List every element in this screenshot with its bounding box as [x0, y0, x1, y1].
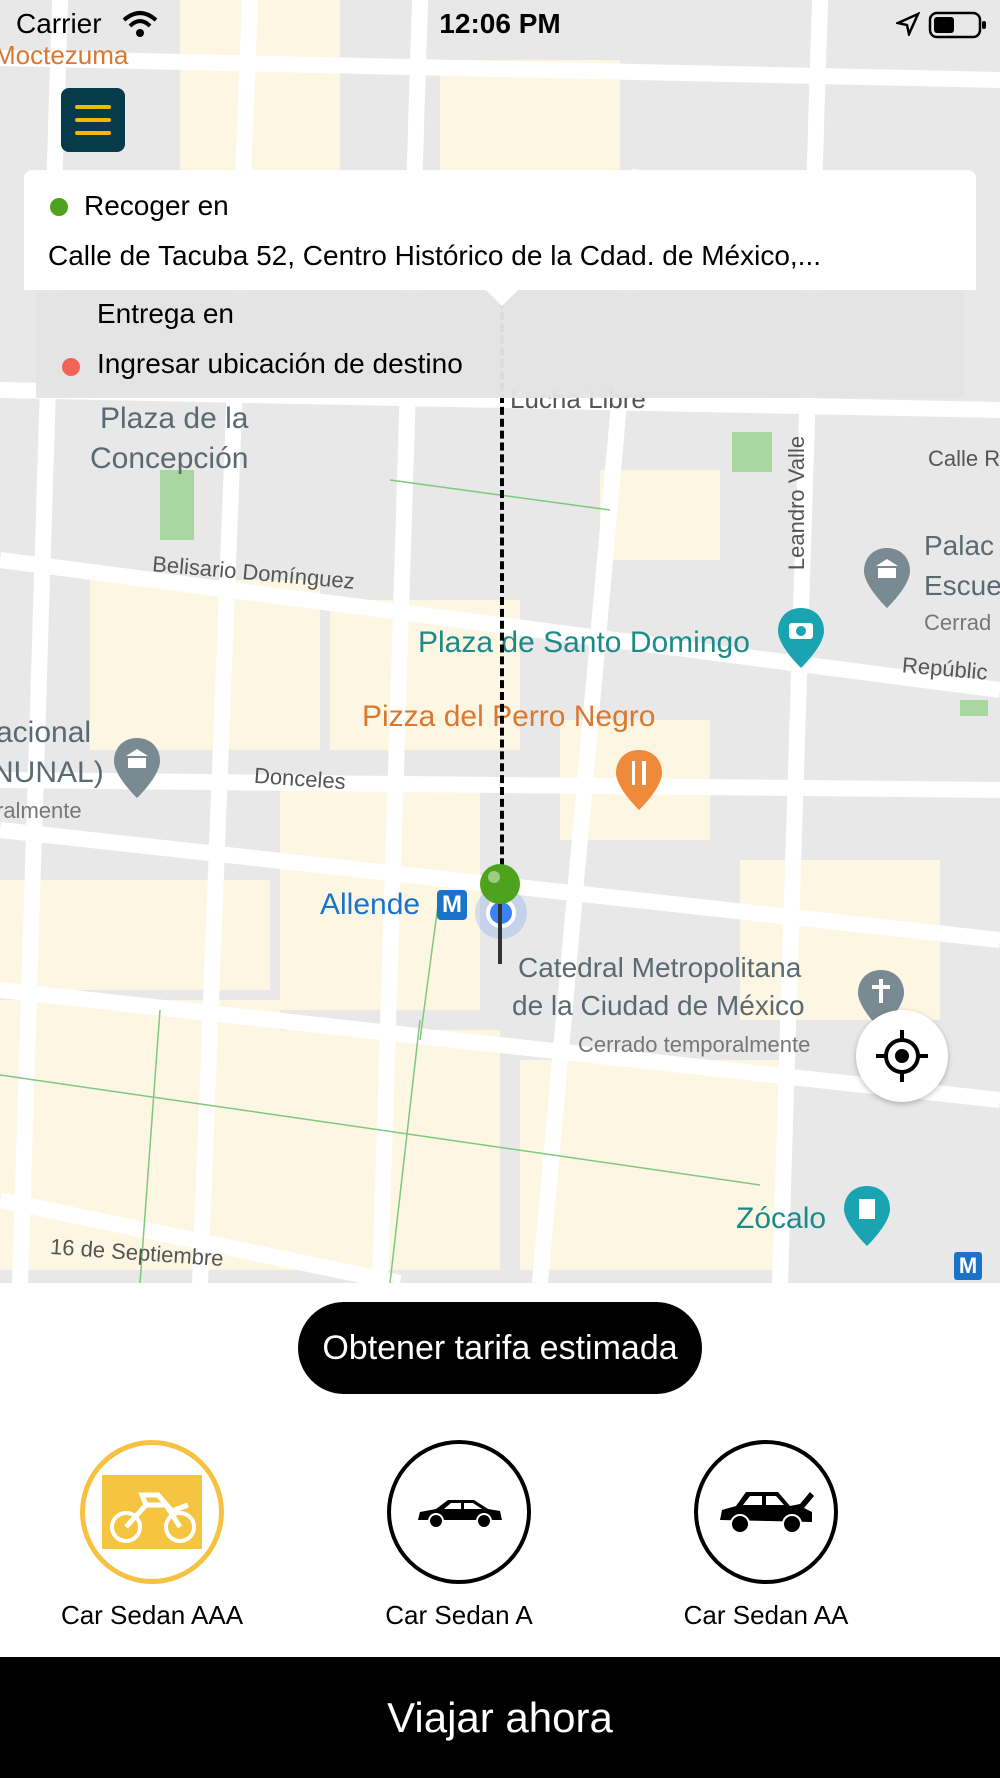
vehicle-label: Car Sedan A — [385, 1600, 533, 1630]
map-label-leandro-valle: Leandro Valle — [784, 435, 810, 571]
vehicle-label: Car Sedan AA — [683, 1600, 849, 1630]
pickup-address[interactable]: Calle de Tacuba 52, Centro Histórico de … — [48, 240, 948, 272]
vehicle-option-1[interactable]: Car Sedan A — [329, 1440, 589, 1631]
map-label-catedral: Catedral Metropolitana — [518, 952, 802, 983]
dropoff-dot-icon — [62, 358, 80, 376]
map-label-palacio-2: Escue — [924, 570, 1000, 601]
restaurant-poi-icon — [616, 750, 662, 810]
dropoff-title: Entrega en — [97, 298, 234, 329]
map-label-nacional: acional — [0, 716, 92, 749]
map-label-nacional-3: ralmente — [0, 798, 82, 823]
map-label-santo-domingo: Plaza de Santo Domingo — [418, 626, 750, 659]
map-label-plaza-concepcion-2: Concepción — [90, 442, 249, 475]
vehicle-circle[interactable] — [694, 1440, 838, 1584]
sedan-icon — [418, 1500, 502, 1529]
map-label-allende: Allende — [320, 888, 421, 921]
ride-now-button[interactable]: Viajar ahora — [0, 1657, 1000, 1778]
motorcycle-icon — [102, 1475, 202, 1549]
vehicle-option-0[interactable]: Car Sedan AAA — [22, 1440, 282, 1631]
map-label-palacio-3: Cerrad — [924, 610, 992, 635]
sedan-trunk-icon — [720, 1492, 814, 1534]
map-label-catedral-2: de la Ciudad de México — [512, 990, 805, 1021]
map-label-palacio: Palac — [924, 530, 995, 561]
vehicle-option-2[interactable]: Car Sedan AA — [636, 1440, 896, 1631]
pickup-pin-icon — [480, 864, 520, 964]
metro-icon-corner: M — [954, 1252, 982, 1280]
battery-icon — [928, 11, 986, 39]
map-label-zocalo: Zócalo — [736, 1202, 827, 1235]
map-label-plaza-concepcion: Plaza de la — [100, 402, 249, 435]
pickup-dot-icon — [50, 198, 68, 216]
menu-button[interactable] — [61, 88, 125, 152]
landmark-poi-icon — [844, 1186, 890, 1246]
card-pointer — [486, 290, 518, 306]
hamburger-icon-bar — [75, 118, 111, 122]
map-label-calle-r: Calle R — [928, 446, 1000, 471]
vehicle-circle[interactable] — [387, 1440, 531, 1584]
hamburger-icon-bar — [75, 105, 111, 109]
location-arrow-icon — [896, 12, 920, 36]
status-bar: Carrier 12:06 PM — [0, 0, 1000, 50]
map-label-catedral-3: Cerrado temporalmente — [578, 1032, 811, 1057]
destination-input[interactable]: Ingresar ubicación de destino — [97, 348, 463, 380]
camera-poi-icon — [778, 608, 824, 668]
map-label-nacional-2: NUNAL) — [0, 756, 104, 789]
metro-icon: M — [437, 890, 467, 920]
estimate-fare-button[interactable]: Obtener tarifa estimada — [298, 1302, 702, 1394]
clock: 12:06 PM — [439, 8, 561, 39]
museum-poi-icon — [114, 738, 160, 798]
palace-poi-icon — [864, 548, 910, 608]
pickup-title: Recoger en — [84, 190, 229, 221]
pickup-card[interactable]: Recoger en Calle de Tacuba 52, Centro Hi… — [24, 170, 976, 290]
vehicle-label: Car Sedan AAA — [60, 1600, 244, 1630]
crosshair-icon — [876, 1030, 928, 1082]
hamburger-icon-bar — [75, 131, 111, 135]
map-label-pizza: Pizza del Perro Negro — [362, 700, 656, 733]
locate-me-button[interactable] — [856, 1010, 948, 1102]
vehicle-circle[interactable] — [80, 1440, 224, 1584]
dropoff-card[interactable]: Entrega en Ingresar ubicación de destino — [36, 290, 964, 398]
